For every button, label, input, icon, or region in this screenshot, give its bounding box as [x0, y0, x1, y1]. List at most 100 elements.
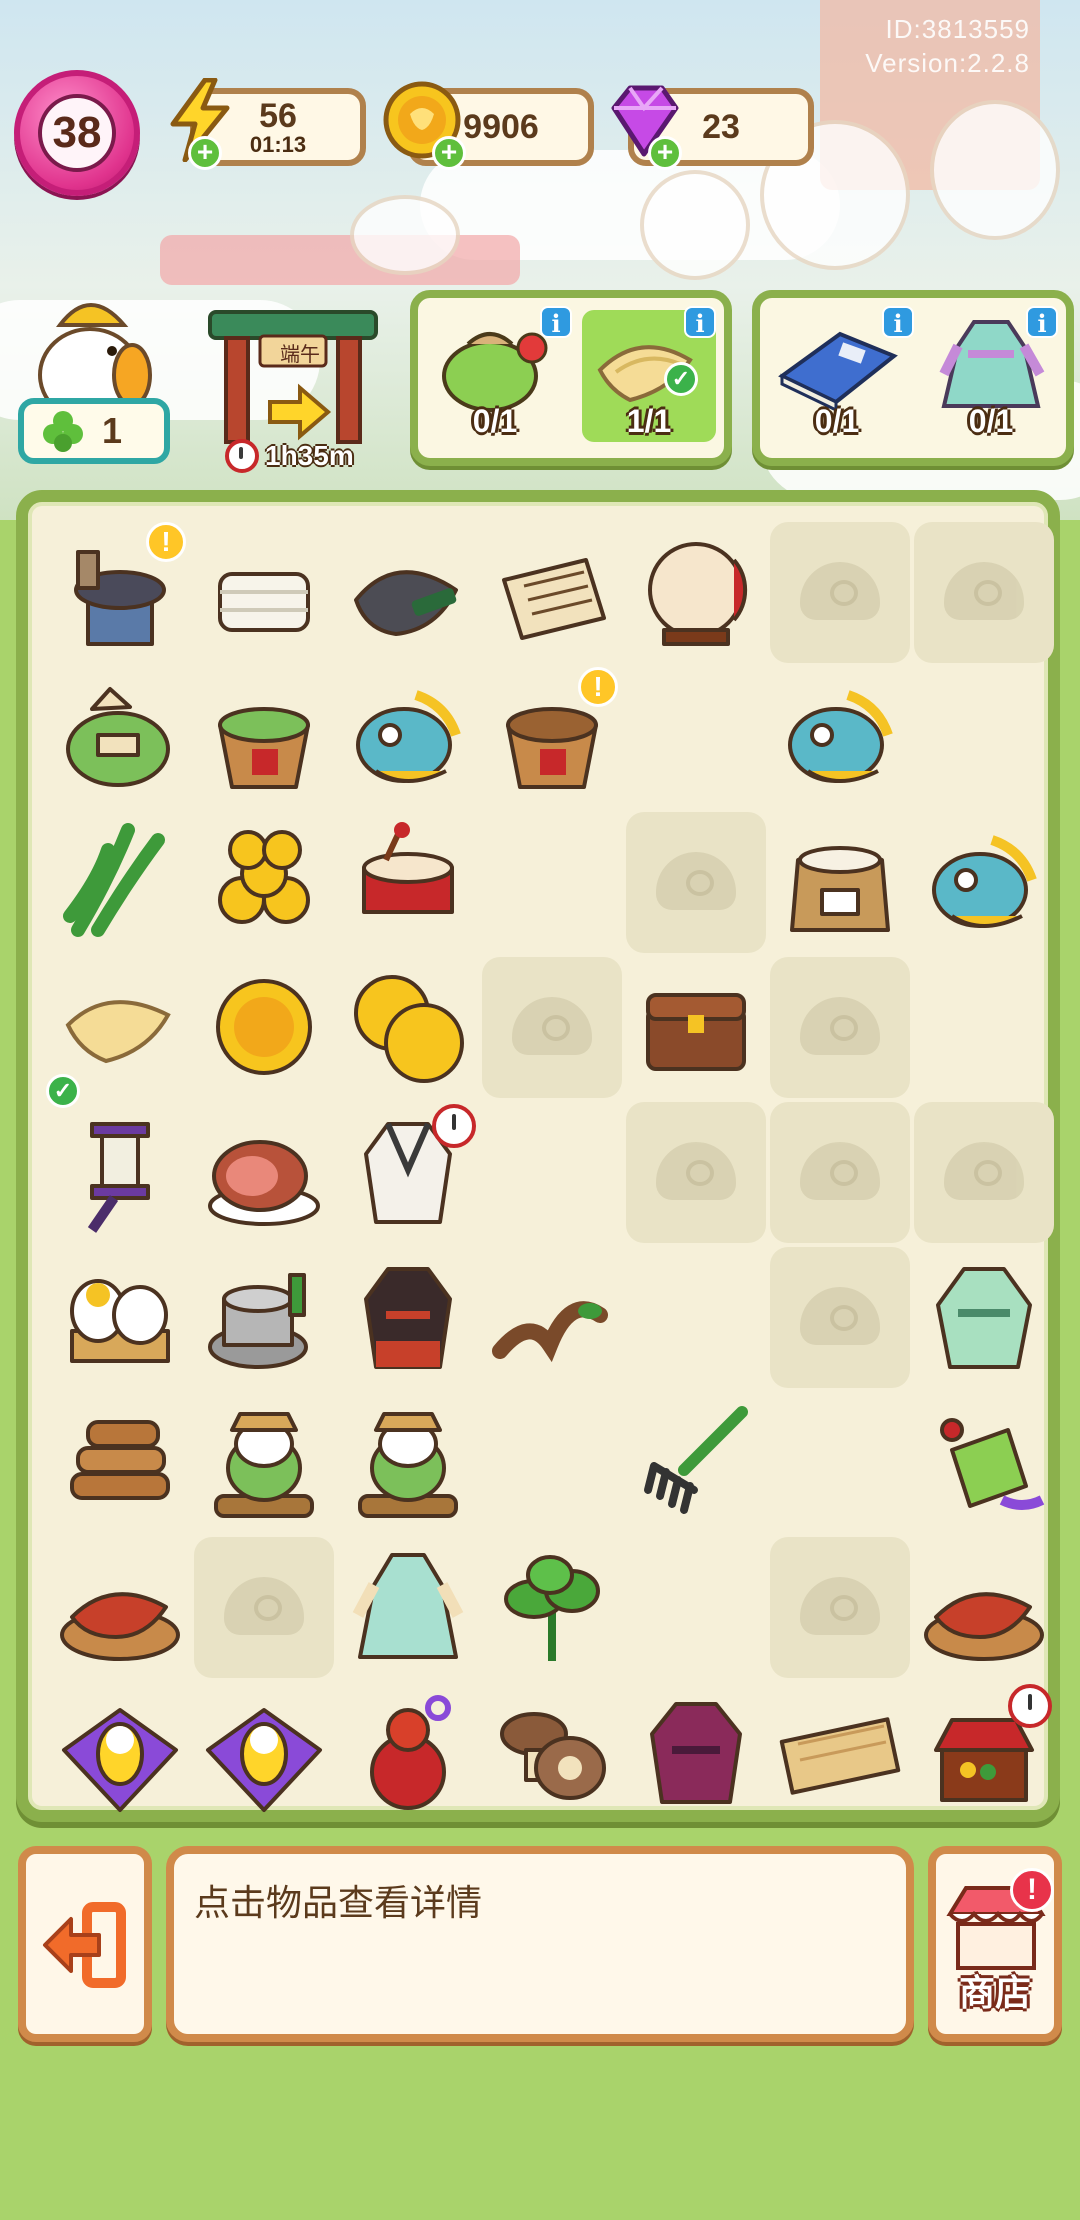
zongzi-bag-icon[interactable] [58, 675, 182, 799]
board-cell[interactable] [914, 1392, 1054, 1533]
board-cell[interactable] [338, 1392, 478, 1533]
locked-cell[interactable] [914, 1102, 1054, 1243]
board-cell[interactable] [338, 667, 478, 808]
add-energy-button[interactable]: + [188, 136, 222, 170]
coin-pile-icon[interactable] [202, 820, 326, 944]
order-item-dress[interactable]: 0/1 i [924, 306, 1058, 442]
player-level-badge[interactable]: 38 [14, 70, 140, 196]
bacon-plate-icon[interactable] [58, 1545, 182, 1669]
ham-icon[interactable] [202, 1110, 326, 1234]
board-cell[interactable] [194, 1247, 334, 1388]
inkstone-icon[interactable] [346, 530, 470, 654]
drum-small-icon[interactable] [346, 820, 470, 944]
exit-button[interactable] [18, 1846, 152, 2042]
dragon-head-icon[interactable] [346, 675, 470, 799]
empty-cell[interactable] [626, 667, 766, 808]
empty-cell[interactable] [626, 1537, 766, 1678]
wood-log-icon[interactable] [778, 1690, 902, 1814]
board-cell[interactable] [194, 812, 334, 953]
board-cell[interactable] [626, 522, 766, 663]
rice-sack-icon[interactable] [778, 820, 902, 944]
board-cell[interactable] [194, 957, 334, 1098]
locked-cell[interactable] [626, 812, 766, 953]
board-cell[interactable] [338, 1537, 478, 1678]
add-coins-button[interactable]: + [432, 136, 466, 170]
order-item-sachet[interactable]: 0/1 i [428, 306, 572, 442]
locked-cell[interactable] [770, 957, 910, 1098]
board-cell[interactable] [914, 1247, 1054, 1388]
board-cell[interactable] [482, 522, 622, 663]
tofu-icon[interactable] [202, 530, 326, 654]
board-cell[interactable] [194, 667, 334, 808]
black-robe-icon[interactable] [346, 1255, 470, 1379]
board-cell[interactable] [50, 1537, 190, 1678]
locked-cell[interactable] [914, 522, 1054, 663]
zongzi-basket-icon[interactable] [202, 675, 326, 799]
board-cell[interactable] [770, 667, 910, 808]
spool-icon[interactable] [58, 1110, 182, 1234]
order-card-1[interactable]: 0/1 i 1/1 i ✓ [410, 290, 732, 466]
event-gate[interactable] [200, 282, 386, 452]
board-cell[interactable] [626, 957, 766, 1098]
red-gourd-icon[interactable] [346, 1690, 470, 1814]
board-cell[interactable] [50, 1392, 190, 1533]
board-cell[interactable] [914, 1537, 1054, 1678]
farmer-duck-icon[interactable] [202, 1400, 326, 1524]
order-item-book[interactable]: 0/1 i [770, 306, 914, 442]
board-cell[interactable] [914, 1682, 1054, 1823]
board-cell[interactable] [338, 522, 478, 663]
locked-cell[interactable] [770, 1537, 910, 1678]
board-cell[interactable]: ! [50, 522, 190, 663]
board-cell[interactable] [194, 1682, 334, 1823]
board-cell[interactable] [50, 1247, 190, 1388]
locked-cell[interactable] [770, 1102, 910, 1243]
board-cell[interactable]: ! [482, 667, 622, 808]
order-item-cloth[interactable]: 1/1 i ✓ [582, 306, 716, 442]
order-card-2[interactable]: 0/1 i 0/1 i [752, 290, 1074, 466]
millstone-icon[interactable] [202, 1255, 326, 1379]
dragon-head-icon[interactable] [922, 820, 1046, 944]
add-gems-button[interactable]: + [648, 136, 682, 170]
board-cell[interactable]: ✓ [46, 957, 190, 1108]
two-coins-icon[interactable] [346, 965, 470, 1089]
empty-cell[interactable] [626, 1247, 766, 1388]
board-cell[interactable] [338, 1682, 478, 1823]
board-cell[interactable] [194, 1392, 334, 1533]
rake-icon[interactable] [634, 1400, 758, 1524]
locked-cell[interactable] [770, 1247, 910, 1388]
board-cell[interactable] [482, 1247, 622, 1388]
empty-cell[interactable] [482, 1392, 622, 1533]
helper-counter[interactable]: 1 [18, 398, 170, 464]
coin-icon[interactable] [202, 965, 326, 1089]
empty-cell[interactable] [770, 1392, 910, 1533]
herb-icon[interactable] [490, 1545, 614, 1669]
board-cell[interactable] [482, 1537, 622, 1678]
board-cell[interactable] [338, 1247, 478, 1388]
empty-cell[interactable] [914, 667, 1054, 808]
info-icon[interactable]: i [684, 306, 716, 338]
board-cell[interactable] [194, 522, 334, 663]
board-cell[interactable] [338, 1102, 478, 1243]
locked-cell[interactable] [482, 957, 622, 1098]
bacon-plate-icon[interactable] [922, 1545, 1046, 1669]
info-icon[interactable]: i [1026, 306, 1058, 338]
mushroom-icon[interactable] [490, 1690, 614, 1814]
green-robe-icon[interactable] [922, 1255, 1046, 1379]
eggs-icon[interactable] [58, 1255, 182, 1379]
empty-cell[interactable] [482, 812, 622, 953]
shop-button[interactable]: ! 商店 [928, 1846, 1062, 2042]
info-icon[interactable]: i [540, 306, 572, 338]
locked-cell[interactable] [626, 1102, 766, 1243]
farmer-duck-icon[interactable] [346, 1400, 470, 1524]
reeds-icon[interactable] [58, 820, 182, 944]
board-cell[interactable] [338, 957, 478, 1098]
purple-robe-icon[interactable] [634, 1690, 758, 1814]
board-cell[interactable] [338, 812, 478, 953]
board-cell[interactable] [194, 1102, 334, 1243]
info-icon[interactable]: i [882, 306, 914, 338]
cloth-icon[interactable] [58, 965, 182, 1089]
board-cell[interactable] [50, 1102, 190, 1243]
blue-dress-icon[interactable] [346, 1545, 470, 1669]
board-cell[interactable] [914, 812, 1054, 953]
kite-icon[interactable] [202, 1690, 326, 1814]
